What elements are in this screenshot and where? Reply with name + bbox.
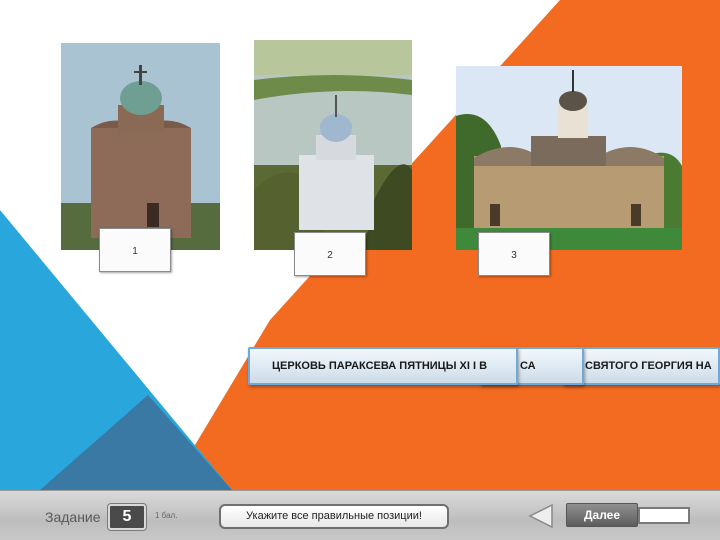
back-arrow-icon[interactable] [528, 503, 554, 529]
church-photo-3 [456, 66, 682, 250]
church-photo-1 [61, 43, 220, 250]
number-box-2[interactable]: 2 [294, 232, 366, 276]
number-box-3[interactable]: 3 [478, 232, 550, 276]
number-box-1[interactable]: 1 [99, 228, 171, 272]
progress-indicator [638, 507, 690, 524]
hint-button[interactable]: Укажите все правильные позиции! [219, 504, 449, 529]
task-number-badge: 5 [108, 504, 146, 530]
answer-card-3[interactable]: СВЯТОГО ГЕОРГИЯ НА [563, 347, 720, 385]
task-label: Задание [45, 509, 101, 525]
score-label: 1 бал. [155, 511, 178, 520]
next-button[interactable]: Далее [566, 503, 638, 527]
church-photo-2 [254, 40, 412, 250]
answer-card-1[interactable]: ЦЕРКОВЬ ПАРАКСЕВА ПЯТНИЦЫ XI I В [248, 347, 518, 385]
